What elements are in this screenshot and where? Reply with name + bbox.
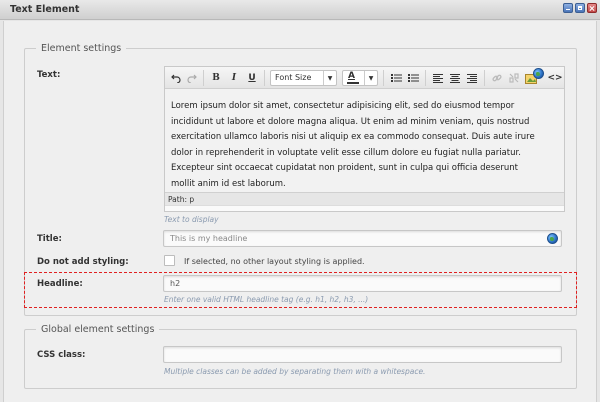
maximize-button[interactable] xyxy=(575,3,585,13)
bold-button[interactable]: B xyxy=(209,71,223,85)
align-left-icon[interactable] xyxy=(431,71,445,85)
source-code-icon[interactable]: <> xyxy=(547,71,562,85)
toolbar-separator xyxy=(203,70,204,86)
globe-icon[interactable] xyxy=(547,233,558,244)
minimize-button[interactable] xyxy=(563,3,573,13)
title-label: Title: xyxy=(37,234,62,244)
italic-button[interactable]: I xyxy=(227,71,241,85)
chevron-down-icon: ▼ xyxy=(323,71,336,85)
align-right-icon[interactable] xyxy=(465,71,479,85)
css-class-hint: Multiple classes can be added by separat… xyxy=(164,367,426,376)
editor-line: incididunt ut labore et dolore magna ali… xyxy=(171,116,530,127)
editor-line: exercitation ullamco laboris nisi ut ali… xyxy=(171,132,535,142)
headline-hint: Enter one valid HTML headline tag (e.g. … xyxy=(164,295,369,304)
css-class-label: CSS class: xyxy=(37,350,86,360)
undo-icon[interactable] xyxy=(169,71,183,85)
globe-icon[interactable] xyxy=(533,68,544,79)
no-styling-description: If selected, no other layout styling is … xyxy=(184,257,365,266)
text-color-select[interactable]: A ▼ xyxy=(342,70,378,86)
numbered-list-icon[interactable] xyxy=(406,71,420,85)
redo-icon[interactable] xyxy=(185,71,199,85)
text-hint: Text to display xyxy=(164,215,219,224)
text-color-label: A xyxy=(348,71,355,81)
editor-line: dolor in reprehenderit in voluptate veli… xyxy=(171,147,521,158)
editor-toolbar: B I U Font Size ▼ A ▼ <> xyxy=(165,67,564,89)
underline-button[interactable]: U xyxy=(245,71,259,85)
window-controls xyxy=(563,3,597,13)
no-styling-checkbox[interactable] xyxy=(164,255,175,266)
editor-content[interactable]: Lorem ipsum dolor sit amet, consectetur … xyxy=(171,99,563,192)
toolbar-separator xyxy=(264,70,265,86)
toolbar-separator xyxy=(425,70,426,86)
editor-resize-strip[interactable] xyxy=(165,205,564,211)
headline-input[interactable]: h2 xyxy=(163,275,562,292)
toolbar-separator xyxy=(484,70,485,86)
close-button[interactable] xyxy=(587,3,597,13)
window-titlebar: Text Element xyxy=(0,0,600,20)
rich-text-editor[interactable]: B I U Font Size ▼ A ▼ <> Lorem ipsum dol… xyxy=(164,66,565,212)
bullet-list-icon[interactable] xyxy=(389,71,403,85)
font-size-value: Font Size xyxy=(275,73,312,82)
title-input[interactable]: This is my headline xyxy=(163,230,562,247)
font-size-select[interactable]: Font Size ▼ xyxy=(270,70,337,86)
headline-label: Headline: xyxy=(37,279,83,289)
chevron-down-icon: ▼ xyxy=(364,71,377,85)
text-label: Text: xyxy=(37,70,61,80)
element-settings-legend: Element settings xyxy=(36,43,127,54)
link-icon[interactable] xyxy=(490,71,504,85)
toolbar-separator xyxy=(383,70,384,86)
unlink-icon[interactable] xyxy=(507,71,521,85)
editor-line: Lorem ipsum dolor sit amet, consectetur … xyxy=(171,101,515,111)
css-class-input[interactable] xyxy=(163,346,562,363)
editor-line: Excepteur sint occaecat cupidatat non pr… xyxy=(171,163,519,173)
color-swatch xyxy=(347,82,359,84)
editor-line: mollit anim id est laborum. xyxy=(171,178,286,189)
window-title: Text Element xyxy=(10,4,80,15)
editor-path-bar: Path: p xyxy=(165,192,564,205)
global-settings-legend: Global element settings xyxy=(36,324,160,335)
no-styling-label: Do not add styling: xyxy=(37,257,129,267)
align-center-icon[interactable] xyxy=(448,71,462,85)
